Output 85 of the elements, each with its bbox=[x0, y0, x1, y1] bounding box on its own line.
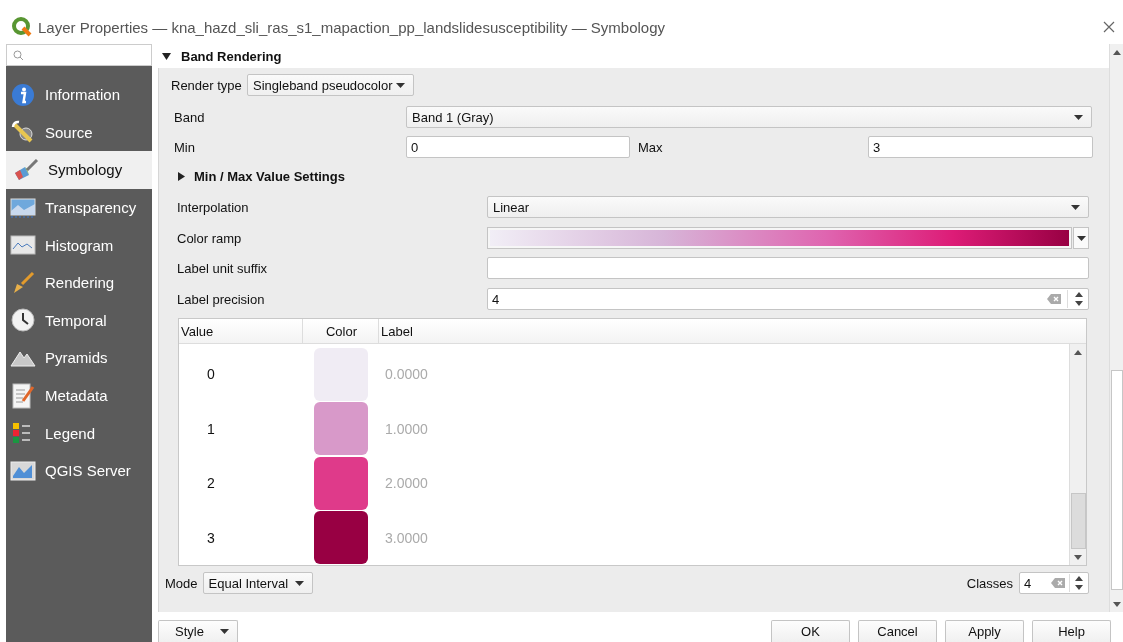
image-icon bbox=[10, 197, 36, 218]
table-cell-text: 1.0000 bbox=[384, 420, 429, 437]
caret-icon bbox=[396, 82, 405, 88]
table-cell-text: 2.0000 bbox=[384, 475, 429, 492]
column-header[interactable]: Value bbox=[179, 319, 303, 343]
field-label: Label precision bbox=[177, 291, 266, 307]
table-cell-text: 0.0000 bbox=[384, 366, 429, 383]
dialog-button[interactable]: Help bbox=[1032, 620, 1111, 642]
map-icon bbox=[10, 460, 36, 481]
scrollbar[interactable] bbox=[1109, 44, 1123, 612]
dialog-button[interactable]: OK bbox=[771, 620, 850, 642]
column-header[interactable]: Color bbox=[303, 319, 379, 343]
caret-icon bbox=[1071, 204, 1080, 210]
table-cell-text: 0 bbox=[206, 366, 216, 383]
color-swatch[interactable] bbox=[314, 402, 368, 456]
field-label: Label unit suffix bbox=[177, 260, 269, 276]
caret-icon bbox=[294, 580, 304, 586]
precision-spinbox[interactable]: 4 bbox=[487, 288, 1089, 310]
expand-arrow-icon[interactable] bbox=[177, 171, 186, 181]
close-icon[interactable] bbox=[1103, 21, 1115, 33]
search-field[interactable] bbox=[6, 44, 152, 66]
field-label: Mode bbox=[165, 575, 198, 591]
spin-arrows-icon[interactable] bbox=[1074, 575, 1084, 591]
scroll-down-arrow-icon[interactable] bbox=[1074, 554, 1082, 560]
wrench-icon bbox=[11, 120, 35, 145]
render-type-dropdown[interactable]: Singleband pseudocolor bbox=[247, 74, 414, 96]
table-cell-text: 3 bbox=[206, 529, 216, 546]
style-dropdown[interactable]: Style bbox=[158, 620, 238, 642]
window-title: Layer Properties — kna_hazd_sli_ras_s1_mapaction_pp_landslidesusceptibility — Symbology bbox=[37, 17, 666, 36]
chart-icon bbox=[10, 235, 36, 256]
sidebar-item[interactable]: Histogram bbox=[6, 226, 152, 264]
dialog-button[interactable]: Cancel bbox=[858, 620, 937, 642]
spin-arrows-icon[interactable] bbox=[1074, 291, 1084, 307]
field-label: Interpolation bbox=[177, 199, 250, 215]
field-label: Band bbox=[174, 109, 206, 125]
collapse-arrow-icon[interactable] bbox=[162, 51, 171, 61]
section-header[interactable]: Min / Max Value Settings bbox=[194, 168, 345, 184]
color-swatch[interactable] bbox=[314, 511, 368, 565]
table-cell-text: 1 bbox=[206, 420, 216, 437]
color-swatch[interactable] bbox=[314, 347, 368, 401]
dialog-button[interactable]: Apply bbox=[945, 620, 1024, 642]
scroll-up-arrow-icon[interactable] bbox=[1112, 49, 1121, 55]
field-label: Classes bbox=[966, 575, 1013, 591]
label-suffix-field[interactable] bbox=[487, 257, 1089, 279]
sidebar-item[interactable]: Rendering bbox=[6, 263, 152, 302]
field-label: Render type bbox=[171, 77, 243, 93]
scrollbar[interactable] bbox=[1069, 344, 1086, 565]
sidebar-item[interactable]: QGIS Server bbox=[6, 451, 152, 490]
document-icon bbox=[11, 382, 35, 409]
sidebar-item[interactable]: Legend bbox=[6, 414, 152, 452]
scroll-down-arrow-icon[interactable] bbox=[1112, 601, 1121, 607]
column-header[interactable]: Label bbox=[379, 319, 1086, 343]
search-icon bbox=[13, 49, 24, 61]
sidebar-item[interactable]: Source bbox=[6, 113, 152, 152]
classes-spinbox[interactable]: 4 bbox=[1019, 572, 1089, 594]
app-logo-icon bbox=[12, 17, 32, 37]
info-icon bbox=[11, 82, 35, 107]
caret-icon bbox=[1074, 114, 1083, 120]
section-header[interactable]: Band Rendering bbox=[181, 48, 282, 64]
scrollbar-thumb[interactable] bbox=[1110, 370, 1123, 590]
field-label: Min bbox=[174, 139, 196, 155]
ramp-menu-button[interactable] bbox=[1073, 227, 1089, 249]
table-cell-text: 3.0000 bbox=[384, 529, 429, 546]
field-label: Color ramp bbox=[177, 230, 243, 246]
min-field[interactable]: 0 bbox=[406, 136, 630, 158]
sidebar-item[interactable]: Metadata bbox=[6, 376, 152, 415]
brush-icon bbox=[13, 159, 39, 181]
clock-icon bbox=[11, 308, 35, 333]
color-swatch[interactable] bbox=[314, 456, 368, 510]
sidebar-item[interactable]: Information bbox=[6, 76, 152, 114]
max-field[interactable]: 3 bbox=[868, 136, 1093, 158]
field-label: Max bbox=[638, 139, 664, 155]
caret-icon bbox=[1076, 235, 1086, 241]
interpolation-dropdown[interactable]: Linear bbox=[487, 196, 1089, 218]
caret-icon bbox=[220, 629, 229, 634]
scroll-up-arrow-icon[interactable] bbox=[1074, 349, 1082, 355]
scrollbar-thumb[interactable] bbox=[1070, 493, 1086, 549]
sidebar-item[interactable]: Transparency bbox=[6, 188, 152, 227]
band-dropdown[interactable]: Band 1 (Gray) bbox=[406, 106, 1092, 128]
sidebar-item[interactable]: Temporal bbox=[6, 301, 152, 340]
mode-dropdown[interactable]: Equal Interval bbox=[202, 572, 313, 594]
table-cell-text: 2 bbox=[206, 475, 216, 492]
brush-icon bbox=[11, 270, 35, 295]
sidebar-item[interactable]: Pyramids bbox=[6, 339, 152, 377]
sidebar-item[interactable]: Symbology bbox=[6, 151, 152, 189]
